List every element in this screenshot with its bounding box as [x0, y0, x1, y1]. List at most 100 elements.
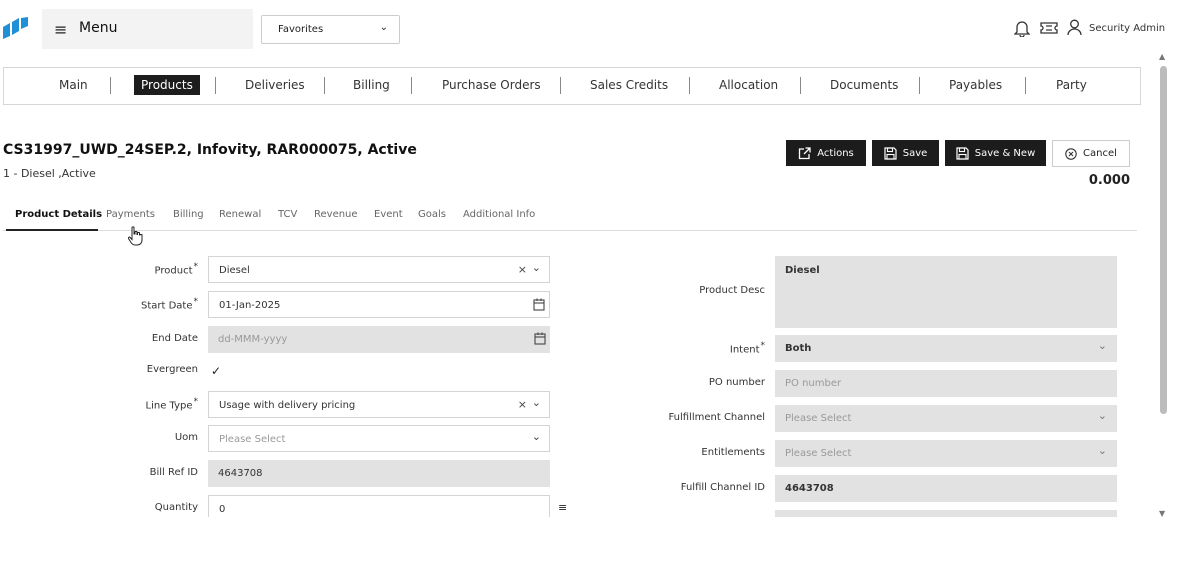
actions-label: Actions [817, 147, 854, 159]
tab-additional-info[interactable]: Additional Info [463, 209, 535, 220]
start-date-value: 01-Jan-2025 [219, 300, 281, 311]
menu-label: Menu [79, 20, 118, 36]
save-and-new-button[interactable]: Save & New [945, 140, 1046, 166]
favorites-value: Favorites [278, 24, 324, 35]
tab-event[interactable]: Event [374, 209, 403, 220]
nav-payables[interactable]: Payables [949, 78, 1002, 92]
menu-button[interactable]: ≡ Menu [42, 9, 253, 49]
entitlements-select[interactable]: Please Select ⌄ [775, 440, 1117, 467]
nav-divider [324, 77, 325, 94]
list-icon[interactable]: ≡ [558, 501, 567, 514]
cancel-label: Cancel [1083, 148, 1117, 159]
chevron-down-icon: ⌄ [531, 396, 541, 409]
nav-divider [800, 77, 801, 94]
product-label: Product* [154, 262, 198, 277]
chevron-down-icon: ⌄ [379, 22, 388, 33]
tab-revenue[interactable]: Revenue [314, 209, 358, 220]
fulfill-channel-id-label: Fulfill Channel ID [680, 482, 765, 493]
nav-purchase-orders[interactable]: Purchase Orders [442, 78, 541, 92]
clear-icon[interactable]: × [518, 398, 527, 411]
chevron-down-icon: ⌄ [1097, 339, 1107, 352]
calendar-icon[interactable] [534, 332, 546, 345]
nav-divider [919, 77, 920, 94]
product-desc-field: Diesel [775, 256, 1117, 328]
tab-billing[interactable]: Billing [173, 209, 204, 220]
quantity-value: 0 [219, 504, 226, 515]
bill-ref-id-field: 4643708 [208, 460, 550, 487]
cancel-button[interactable]: Cancel [1052, 140, 1130, 167]
tab-tcv[interactable]: TCV [278, 209, 297, 220]
nav-divider [689, 77, 690, 94]
calendar-icon[interactable] [533, 298, 545, 311]
chevron-down-icon: ⌄ [531, 261, 541, 274]
po-number-placeholder: PO number [785, 378, 842, 389]
entitlements-placeholder: Please Select [785, 448, 852, 459]
nav-main[interactable]: Main [59, 78, 88, 92]
close-circle-icon [1065, 147, 1077, 160]
evergreen-label: Evergreen [146, 364, 198, 375]
nav-products[interactable]: Products [134, 75, 200, 95]
record-title: CS31997_UWD_24SEP.2, Infovity, RAR000075… [3, 142, 417, 158]
tab-payments[interactable]: Payments [106, 209, 155, 220]
nav-divider [215, 77, 216, 94]
nav-billing[interactable]: Billing [353, 78, 390, 92]
actions-button[interactable]: Actions [786, 140, 866, 166]
end-date-input[interactable]: dd-MMM-yyyy [208, 326, 550, 353]
product-value: Diesel [219, 265, 250, 276]
nav-deliveries[interactable]: Deliveries [245, 78, 305, 92]
uom-label: Uom [174, 432, 198, 443]
chevron-down-icon: ⌄ [531, 430, 541, 443]
quantity-label: Quantity [154, 502, 198, 513]
fulfillment-channel-select[interactable]: Please Select ⌄ [775, 405, 1117, 432]
save-and-new-label: Save & New [974, 147, 1036, 159]
hand-pointer-icon [127, 226, 143, 246]
bill-ref-id-label: Bill Ref ID [149, 467, 198, 478]
nav-divider [1025, 77, 1026, 94]
save-button[interactable]: Save [872, 140, 939, 166]
uom-select[interactable]: Please Select ⌄ [208, 425, 550, 452]
favorites-select[interactable]: Favorites ⌄ [261, 15, 400, 44]
save-label: Save [902, 147, 928, 159]
intent-value: Both [785, 343, 812, 354]
nav-documents[interactable]: Documents [830, 78, 898, 92]
tab-product-details[interactable]: Product Details [15, 209, 102, 220]
user-icon[interactable] [1067, 19, 1082, 36]
nav-divider [560, 77, 561, 94]
product-desc-value: Diesel [785, 265, 820, 276]
evergreen-checkbox[interactable]: ✓ [208, 363, 224, 379]
tab-goals[interactable]: Goals [418, 209, 446, 220]
po-number-input[interactable]: PO number [775, 370, 1117, 397]
start-date-input[interactable]: 01-Jan-2025 [208, 291, 550, 318]
nav-sales-credits[interactable]: Sales Credits [590, 78, 668, 92]
line-type-select[interactable]: Usage with delivery pricing × ⌄ [208, 391, 550, 418]
end-date-placeholder: dd-MMM-yyyy [218, 334, 288, 345]
external-link-icon [799, 146, 811, 159]
hamburger-icon: ≡ [54, 20, 68, 39]
tabs-divider [3, 230, 1137, 231]
bell-icon[interactable] [1014, 19, 1030, 37]
floppy-disk-icon [956, 146, 969, 160]
entitlements-label: Entitlements [701, 447, 765, 458]
fulfillment-channel-placeholder: Please Select [785, 413, 852, 424]
intent-select[interactable]: Both ⌄ [775, 335, 1117, 362]
record-total: 0.000 [1088, 173, 1130, 188]
scroll-up-arrow[interactable]: ▲ [1159, 52, 1165, 61]
clear-icon[interactable]: × [518, 263, 527, 276]
user-name[interactable]: Security Admin [1089, 23, 1165, 34]
nav-allocation[interactable]: Allocation [719, 78, 778, 92]
ticket-icon[interactable] [1040, 20, 1058, 36]
fulfillment-channel-label: Fulfillment Channel [668, 412, 765, 423]
product-select[interactable]: Diesel × ⌄ [208, 256, 550, 283]
main-nav: Main Products Deliveries Billing Purchas… [3, 67, 1141, 105]
chevron-down-icon: ⌄ [1097, 444, 1107, 457]
nav-party[interactable]: Party [1056, 78, 1087, 92]
record-subtitle: 1 - Diesel ,Active [3, 167, 96, 180]
start-date-label: Start Date* [140, 297, 198, 312]
tab-renewal[interactable]: Renewal [219, 209, 261, 220]
vertical-scrollbar[interactable] [1160, 66, 1167, 414]
bill-ref-id-value: 4643708 [218, 468, 263, 479]
app-logo[interactable] [2, 17, 28, 39]
nav-divider [110, 77, 111, 94]
nav-divider [411, 77, 412, 94]
line-type-label: Line Type* [145, 397, 199, 412]
